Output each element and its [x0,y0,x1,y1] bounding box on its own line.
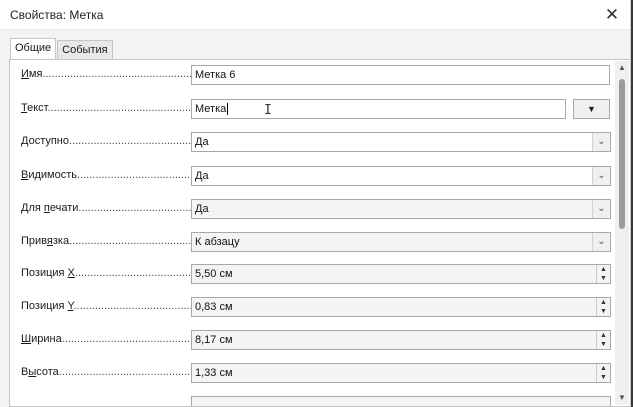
row-height: Высота..................................… [10,360,611,386]
print-select[interactable]: Да ⌄ [191,199,611,219]
row-position-y: Позиция Y...............................… [10,294,611,320]
vertical-scrollbar[interactable]: ▲ ▼ [615,61,629,405]
close-icon[interactable]: ✕ [602,5,622,25]
text-field[interactable]: Метка [191,99,566,119]
label-position-x: Позиция X...............................… [21,267,191,279]
label-visible: Видимость...............................… [21,169,191,181]
row-position-x: Позиция X...............................… [10,261,611,287]
position-y-field[interactable]: 0,83 см ▲ ▼ [191,297,611,317]
properties-dialog: Свойства: Метка ✕ Общие События Имя.....… [0,0,631,407]
spin-up-down-icon[interactable]: ▲ ▼ [596,364,610,382]
row-text: Текст...................................… [10,96,610,122]
row-name: Имя.....................................… [10,62,610,88]
row-enabled: Доступно................................… [10,129,611,155]
visible-select[interactable]: Да ⌄ [191,166,611,186]
triangle-down-icon: ▼ [587,104,596,114]
enabled-value: Да [195,136,209,148]
dialog-title: Свойства: Метка [10,7,104,22]
label-print: Для печати..............................… [21,202,191,214]
label-position-y: Позиция Y...............................… [21,300,191,312]
chevron-down-icon[interactable]: ⌄ [592,233,610,251]
chevron-down-icon[interactable]: ⌄ [592,167,610,185]
width-field[interactable]: 8,17 см ▲ ▼ [191,330,611,350]
label-anchor: Привязка................................… [21,235,191,247]
row-width: Ширина..................................… [10,327,611,353]
scroll-down-icon[interactable]: ▼ [615,391,629,405]
height-field[interactable]: 1,33 см ▲ ▼ [191,363,611,383]
properties-panel: Имя.....................................… [9,59,631,407]
label-height: Высота..................................… [21,366,191,378]
chevron-down-icon[interactable]: ⌄ [592,133,610,151]
text-caret [227,103,229,116]
spin-up-down-icon[interactable]: ▲ ▼ [596,298,610,316]
position-y-value: 0,83 см [195,301,233,313]
anchor-select[interactable]: К абзацу ⌄ [191,232,611,252]
label-text: Текст...................................… [21,102,191,114]
width-value: 8,17 см [195,334,233,346]
row-anchor: Привязка................................… [10,229,611,255]
enabled-select[interactable]: Да ⌄ [191,132,611,152]
row-print: Для печати..............................… [10,196,611,222]
spin-up-down-icon[interactable]: ▲ ▼ [596,265,610,283]
scrollbar-thumb[interactable] [619,79,625,229]
name-field[interactable]: Метка 6 [191,65,610,85]
row-visible: Видимость...............................… [10,163,611,189]
label-enabled: Доступно................................… [21,135,191,147]
position-x-field[interactable]: 5,50 см ▲ ▼ [191,264,611,284]
title-bar: Свойства: Метка [0,0,630,30]
height-value: 1,33 см [195,367,233,379]
tab-events[interactable]: События [57,40,113,60]
chevron-down-icon[interactable]: ⌄ [592,200,610,218]
scroll-up-icon[interactable]: ▲ [615,61,629,75]
ibeam-cursor-icon: I [264,103,272,118]
tab-bar: Общие События [10,38,114,60]
text-field-value: Метка [195,103,227,115]
text-options-button[interactable]: ▼ [573,99,610,119]
anchor-value: К абзацу [195,236,240,248]
print-value: Да [195,203,209,215]
position-x-value: 5,50 см [195,268,233,280]
spin-up-down-icon[interactable]: ▲ ▼ [596,331,610,349]
tab-general[interactable]: Общие [10,38,57,60]
label-name: Имя.....................................… [21,68,191,80]
visible-value: Да [195,170,209,182]
row-partial [10,393,611,406]
partial-field[interactable] [191,396,611,406]
label-width: Ширина..................................… [21,333,191,345]
